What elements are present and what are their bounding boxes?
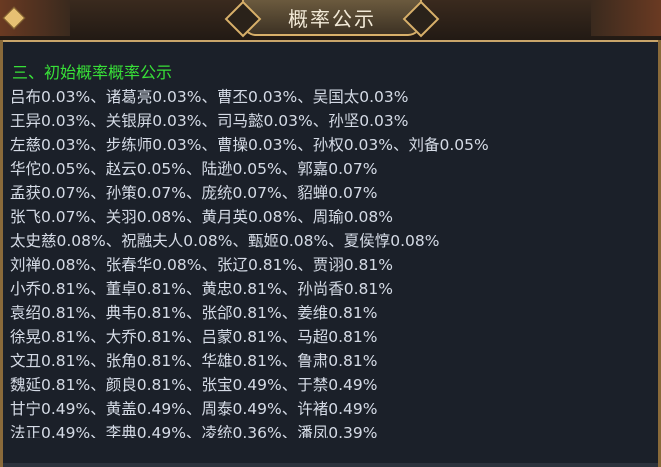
probability-line: 袁绍0.81%、典韦0.81%、张郃0.81%、姜维0.81% bbox=[10, 304, 378, 322]
probability-line: 华佗0.05%、赵云0.05%、陆逊0.05%、郭嘉0.07% bbox=[10, 160, 378, 178]
probability-line: 张飞0.07%、关羽0.08%、黄月英0.08%、周瑜0.08% bbox=[10, 208, 393, 226]
probability-line: 小乔0.81%、董卓0.81%、黄忠0.81%、孙尚香0.81% bbox=[10, 280, 393, 298]
probability-list-scroll-area[interactable]: 三、初始概率概率公示 吕布0.03%、诸葛亮0.03%、曹丕0.03%、吴国太0… bbox=[10, 61, 650, 438]
probability-line: 魏延0.81%、颜良0.81%、张宝0.49%、于禁0.49% bbox=[10, 376, 378, 394]
probability-line: 左慈0.03%、步练师0.03%、曹操0.03%、孙权0.03%、刘备0.05% bbox=[10, 136, 489, 154]
title-plate: 概率公示 bbox=[242, 0, 422, 36]
frame-border-bottom bbox=[3, 463, 658, 467]
probability-line: 甘宁0.49%、黄盖0.49%、周泰0.49%、许褚0.49% bbox=[10, 400, 378, 418]
probability-line: 太史慈0.08%、祝融夫人0.08%、甄姬0.08%、夏侯惇0.08% bbox=[10, 232, 440, 250]
probability-line: 吕布0.03%、诸葛亮0.03%、曹丕0.03%、吴国太0.03% bbox=[10, 88, 409, 106]
window-title: 概率公示 bbox=[288, 6, 376, 31]
probability-line: 孟获0.07%、孙策0.07%、庞统0.07%、貂蝉0.07% bbox=[10, 184, 378, 202]
probability-line: 徐晃0.81%、大乔0.81%、吕蒙0.81%、马超0.81% bbox=[10, 328, 378, 346]
probability-line: 文丑0.81%、张角0.81%、华雄0.81%、鲁肃0.81% bbox=[10, 352, 378, 370]
frame-border-left bbox=[0, 40, 3, 467]
probability-line: 刘禅0.08%、张春华0.08%、张辽0.81%、贾诩0.81% bbox=[10, 256, 393, 274]
corner-ornament-left-icon bbox=[2, 6, 26, 30]
corner-ornament-right-icon bbox=[635, 6, 659, 30]
probability-line: 王异0.03%、关银屏0.03%、司马懿0.03%、孙坚0.03% bbox=[10, 112, 409, 130]
section-heading: 三、初始概率概率公示 bbox=[12, 63, 173, 82]
probability-line: 法正0.49%、李典0.49%、凌统0.36%、潘凤0.39% bbox=[10, 424, 378, 438]
